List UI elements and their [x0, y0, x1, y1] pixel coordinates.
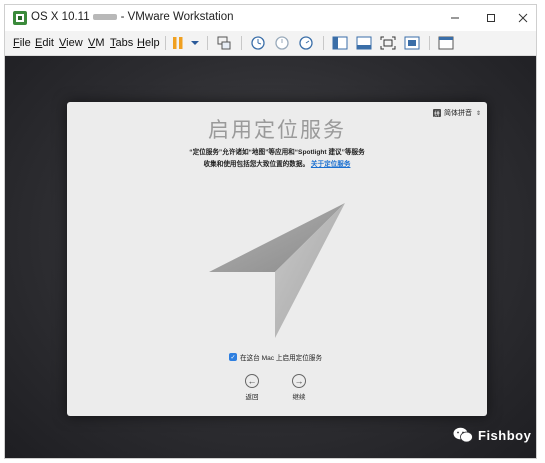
minimize-icon — [451, 17, 459, 19]
location-arrow-icon — [209, 203, 345, 338]
close-icon — [518, 13, 528, 23]
show-library-button[interactable] — [331, 35, 349, 51]
title-bar: OS X 10.11 - VMware Workstation — [5, 5, 536, 31]
checkbox-label: 在这台 Mac 上启用定位服务 — [240, 355, 323, 362]
close-button[interactable] — [513, 9, 533, 27]
wechat-icon — [453, 427, 473, 443]
back-label: 返回 — [245, 394, 259, 401]
checkbox-checked-icon[interactable]: ✓ — [229, 353, 237, 361]
dropdown-icon — [191, 41, 199, 45]
menu-vm[interactable]: VM — [88, 37, 105, 49]
pause-button[interactable] — [171, 35, 185, 51]
setup-assistant-panel: 拼 简体拼音 ⇕ 启用定位服务 “定位服务”允许诸如“地图”等应用和“Spotl… — [67, 102, 487, 416]
back-button[interactable]: ← 返回 — [237, 374, 267, 401]
take-snapshot-button[interactable] — [249, 35, 267, 51]
send-ctrl-alt-del-button[interactable] — [215, 35, 233, 51]
power-dropdown-button[interactable] — [189, 35, 201, 51]
window-title-name: OS X 10.11 — [31, 11, 90, 23]
menu-bar: File Edit View VM Tabs Help — [5, 31, 536, 56]
window-title-app: - VMware Workstation — [120, 11, 234, 23]
watermark: Fishboy — [453, 427, 531, 443]
thumbnail-bar-button[interactable] — [437, 35, 455, 51]
toolbar-separator — [165, 36, 166, 50]
about-location-services-link[interactable]: 关于定位服务 — [311, 161, 351, 168]
menu-tabs[interactable]: Tabs — [110, 37, 133, 49]
page-title: 启用定位服务 — [208, 119, 346, 142]
pause-icon — [173, 37, 183, 49]
maximize-icon — [487, 14, 495, 22]
blurred-title-part — [92, 13, 117, 20]
snapshot-manager-button[interactable] — [297, 35, 315, 51]
toolbar-separator — [207, 36, 208, 50]
menu-edit[interactable]: Edit — [35, 37, 54, 49]
toolbar-separator — [323, 36, 324, 50]
revert-snapshot-icon — [275, 36, 289, 50]
revert-snapshot-button[interactable] — [273, 35, 291, 51]
console-view-icon — [356, 36, 372, 50]
continue-arrow-icon: → — [292, 374, 306, 388]
console-view-button[interactable] — [355, 35, 373, 51]
description-line-1: “定位服务”允许诸如“地图”等应用和“Spotlight 建议”等服务 — [189, 149, 365, 156]
snapshot-manager-icon — [299, 36, 313, 50]
maximize-button[interactable] — [481, 9, 501, 27]
vm-display[interactable]: 拼 简体拼音 ⇕ 启用定位服务 “定位服务”允许诸如“地图”等应用和“Spotl… — [5, 56, 536, 458]
menu-help[interactable]: Help — [137, 37, 160, 49]
thumbnail-bar-icon — [438, 36, 454, 50]
full-screen-icon — [380, 36, 396, 50]
window-title: OS X 10.11 - VMware Workstation — [31, 11, 234, 23]
full-screen-button[interactable] — [379, 35, 397, 51]
menu-file[interactable]: File — [13, 37, 31, 49]
back-arrow-icon: ← — [245, 374, 259, 388]
vmware-app-icon — [13, 11, 27, 25]
description-line-2: 收集和使用包括您大致位置的数据。 关于定位服务 — [67, 158, 487, 168]
enable-location-checkbox-row[interactable]: ✓ 在这台 Mac 上启用定位服务 — [229, 352, 322, 362]
unity-icon — [404, 36, 420, 50]
send-ctrl-alt-del-icon — [217, 36, 231, 50]
snapshot-icon — [251, 36, 265, 50]
toolbar-separator — [429, 36, 430, 50]
minimize-button[interactable] — [445, 9, 465, 27]
menu-view[interactable]: View — [59, 37, 83, 49]
vmware-window: OS X 10.11 - VMware Workstation File Edit… — [4, 4, 537, 459]
description-text: 收集和使用包括您大致位置的数据。 — [203, 161, 310, 168]
watermark-text: Fishboy — [478, 427, 532, 443]
continue-label: 继续 — [292, 394, 306, 401]
toolbar-separator — [241, 36, 242, 50]
sidebar-icon — [332, 36, 348, 50]
continue-button[interactable]: → 继续 — [284, 374, 314, 401]
unity-button[interactable] — [403, 35, 421, 51]
